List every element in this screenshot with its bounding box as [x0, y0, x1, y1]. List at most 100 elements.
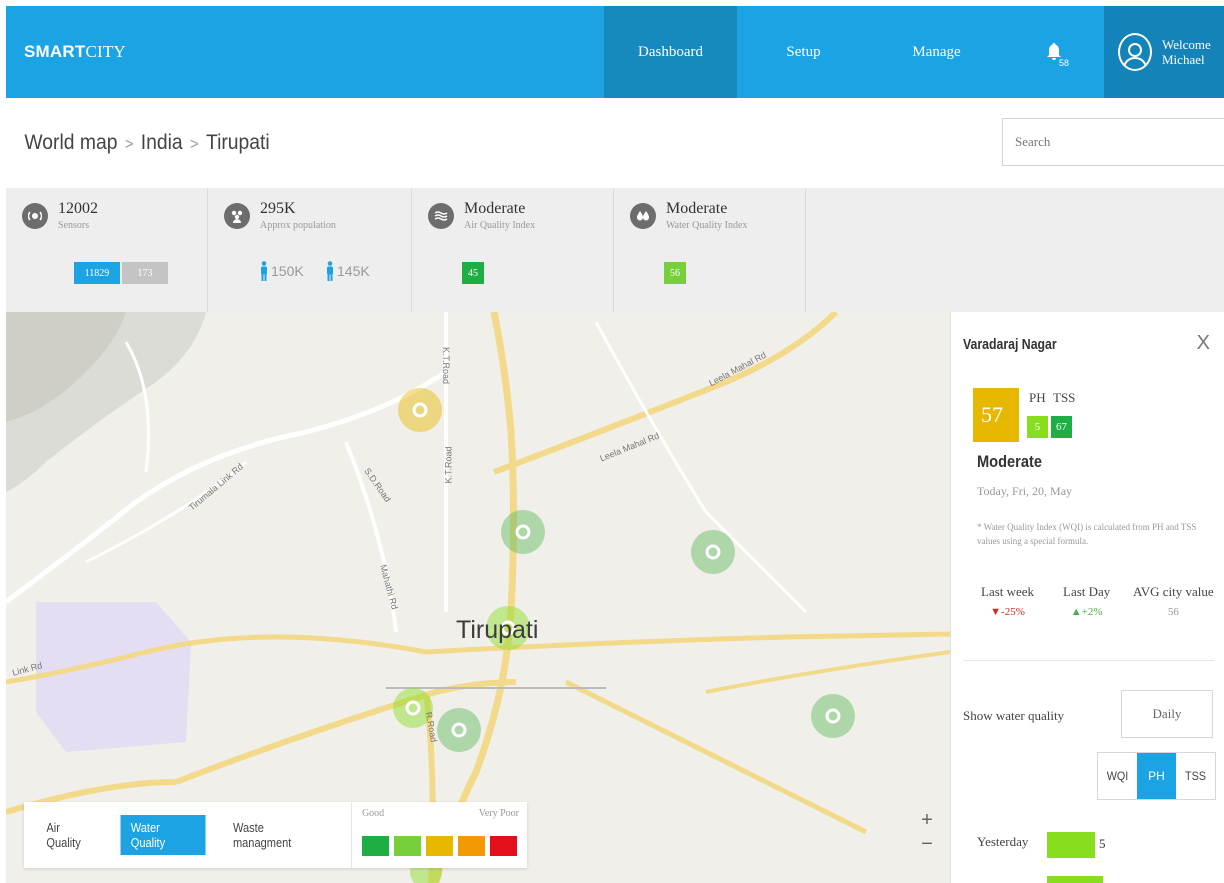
air-wave-icon [428, 203, 454, 229]
nav-dashboard[interactable]: Dashboard [604, 6, 737, 98]
air-quality-badge: 45 [462, 262, 484, 284]
wqi-footnote: * Water Quality Index (WQI) is calculate… [977, 522, 1197, 546]
sensor-icon [22, 203, 48, 229]
trend-label: Last Day [1063, 584, 1111, 599]
quality-status: Moderate [977, 452, 1042, 471]
water-quality-value: Moderate [666, 200, 728, 217]
trend-label: Last week [981, 584, 1035, 599]
search-input[interactable] [1002, 118, 1224, 166]
city-label: Tirupati [456, 616, 539, 644]
zoom-in-button[interactable]: + [916, 808, 938, 832]
main-nav: Dashboard Setup Manage 58 Welcome Michae… [604, 6, 1224, 98]
breadcrumb-world-map[interactable]: World map [24, 131, 117, 154]
location-detail-panel: Varadaraj Nagar X 57 PH TSS 5 67 Moderat… [950, 312, 1224, 883]
wqi-score-badge: 57 [973, 388, 1019, 442]
chevron-right-icon: > [124, 136, 134, 153]
trend-value: 56 [1167, 606, 1179, 618]
user-name: Michael [1162, 52, 1205, 67]
stats-bar: 12002 Sensors 11829 173 295K Approx popu… [6, 188, 1224, 312]
active-sensors-badge[interactable]: 11829 [74, 262, 120, 284]
breadcrumb-tirupati: Tirupati [205, 131, 270, 154]
metric-toggle: WQI PH TSS [1097, 752, 1216, 800]
legend-swatch-poor [457, 836, 485, 856]
population-value: 295K [260, 200, 296, 217]
trend-value: ▼-25% [990, 606, 1025, 618]
period-select[interactable]: Daily [1121, 690, 1213, 738]
notifications-button[interactable]: 58 [1003, 6, 1104, 98]
stat-sensors: 12002 Sensors 11829 173 [6, 188, 208, 312]
map-marker[interactable] [501, 510, 545, 554]
show-water-quality-label: Show water quality [963, 708, 1065, 723]
tss-value-badge: 67 [1051, 416, 1072, 438]
history-value: 5 [1099, 836, 1106, 851]
legend-swatch-satisfactory [393, 836, 421, 856]
legend-good-label: Good [361, 808, 385, 819]
nav-setup[interactable]: Setup [737, 6, 870, 98]
male-icon [261, 261, 267, 281]
reading-date: Today, Fri, 20, May [977, 484, 1073, 498]
female-value: 145K [337, 263, 370, 279]
chevron-right-icon: > [190, 136, 199, 153]
road-label: K.T.Road [441, 347, 451, 385]
population-icon [224, 203, 250, 229]
stat-air-quality: Moderate Air Quality Index 45 [412, 188, 614, 312]
history-bar [1047, 876, 1103, 883]
brand-bold: SMART [24, 42, 86, 61]
history-bar [1047, 832, 1095, 858]
water-quality-badge: 56 [664, 262, 686, 284]
trend-avg-city: AVG city value 56 [1133, 584, 1214, 618]
zoom-controls: + − [916, 808, 938, 856]
brand-logo[interactable]: SMART CITY [6, 6, 126, 98]
notification-count: 58 [1059, 58, 1070, 68]
toggle-tss[interactable]: TSS [1178, 753, 1213, 799]
legend-swatch-good [361, 836, 389, 856]
quality-legend: Good Very Poor [350, 802, 527, 868]
male-count: 150K [260, 261, 304, 281]
breadcrumb-india[interactable]: India [141, 131, 183, 154]
city-map[interactable]: K.T.Road Leela Mahal Rd Leela Mahal Rd T… [6, 312, 950, 883]
water-drop-icon [630, 203, 656, 229]
stat-water-quality: Moderate Water Quality Index 56 [614, 188, 806, 312]
breadcrumb-row: World map > India > Tirupati [6, 98, 1224, 188]
brand-rest: CITY [85, 42, 126, 61]
inactive-sensors-badge[interactable]: 173 [122, 262, 168, 284]
toggle-wqi[interactable]: WQI [1100, 753, 1135, 799]
map-marker[interactable] [811, 694, 855, 738]
avatar-icon [1118, 33, 1152, 71]
panel-title: Varadaraj Nagar [963, 336, 1057, 353]
tab-water-quality[interactable]: Water Quality [120, 815, 206, 855]
sensors-value: 12002 [58, 200, 98, 217]
close-icon[interactable]: X [1197, 332, 1210, 355]
population-label: Approx population [260, 220, 336, 231]
welcome-text: Welcome Michael [1162, 37, 1211, 67]
tab-air-quality[interactable]: Air Quality [36, 815, 106, 855]
trend-last-day: Last Day ▲+2% [1063, 584, 1110, 618]
map-canvas [6, 312, 950, 883]
ph-value-badge: 5 [1027, 416, 1048, 438]
history-label: Yesterday [977, 834, 1029, 849]
female-icon [327, 261, 333, 281]
stat-population: 295K Approx population 150K 145K [208, 188, 412, 312]
layer-filter-bar: Air Quality Water Quality Waste managmen… [24, 802, 527, 868]
air-quality-label: Air Quality Index [464, 220, 536, 231]
panel-divider [963, 660, 1214, 661]
top-navbar: SMART CITY Dashboard Setup Manage 58 Welc… [6, 6, 1224, 98]
trend-value: ▲+2% [1070, 606, 1103, 618]
zoom-out-button[interactable]: − [916, 832, 938, 856]
trend-last-week: Last week ▼-25% [981, 584, 1034, 618]
welcome-label: Welcome [1162, 37, 1211, 52]
road-label: K.T.Road [443, 446, 454, 484]
map-marker[interactable] [691, 530, 735, 574]
map-marker[interactable] [437, 708, 481, 752]
legend-poor-label: Very Poor [478, 808, 519, 819]
map-marker[interactable] [398, 388, 442, 432]
legend-swatch-moderate [425, 836, 453, 856]
water-quality-label: Water Quality Index [666, 220, 748, 231]
tab-waste-management[interactable]: Waste managment [223, 815, 334, 855]
female-count: 145K [326, 261, 370, 281]
nav-manage[interactable]: Manage [870, 6, 1003, 98]
male-value: 150K [271, 263, 304, 279]
legend-swatch-very-poor [489, 836, 517, 856]
user-menu[interactable]: Welcome Michael [1104, 6, 1224, 98]
toggle-ph[interactable]: PH [1137, 753, 1176, 799]
